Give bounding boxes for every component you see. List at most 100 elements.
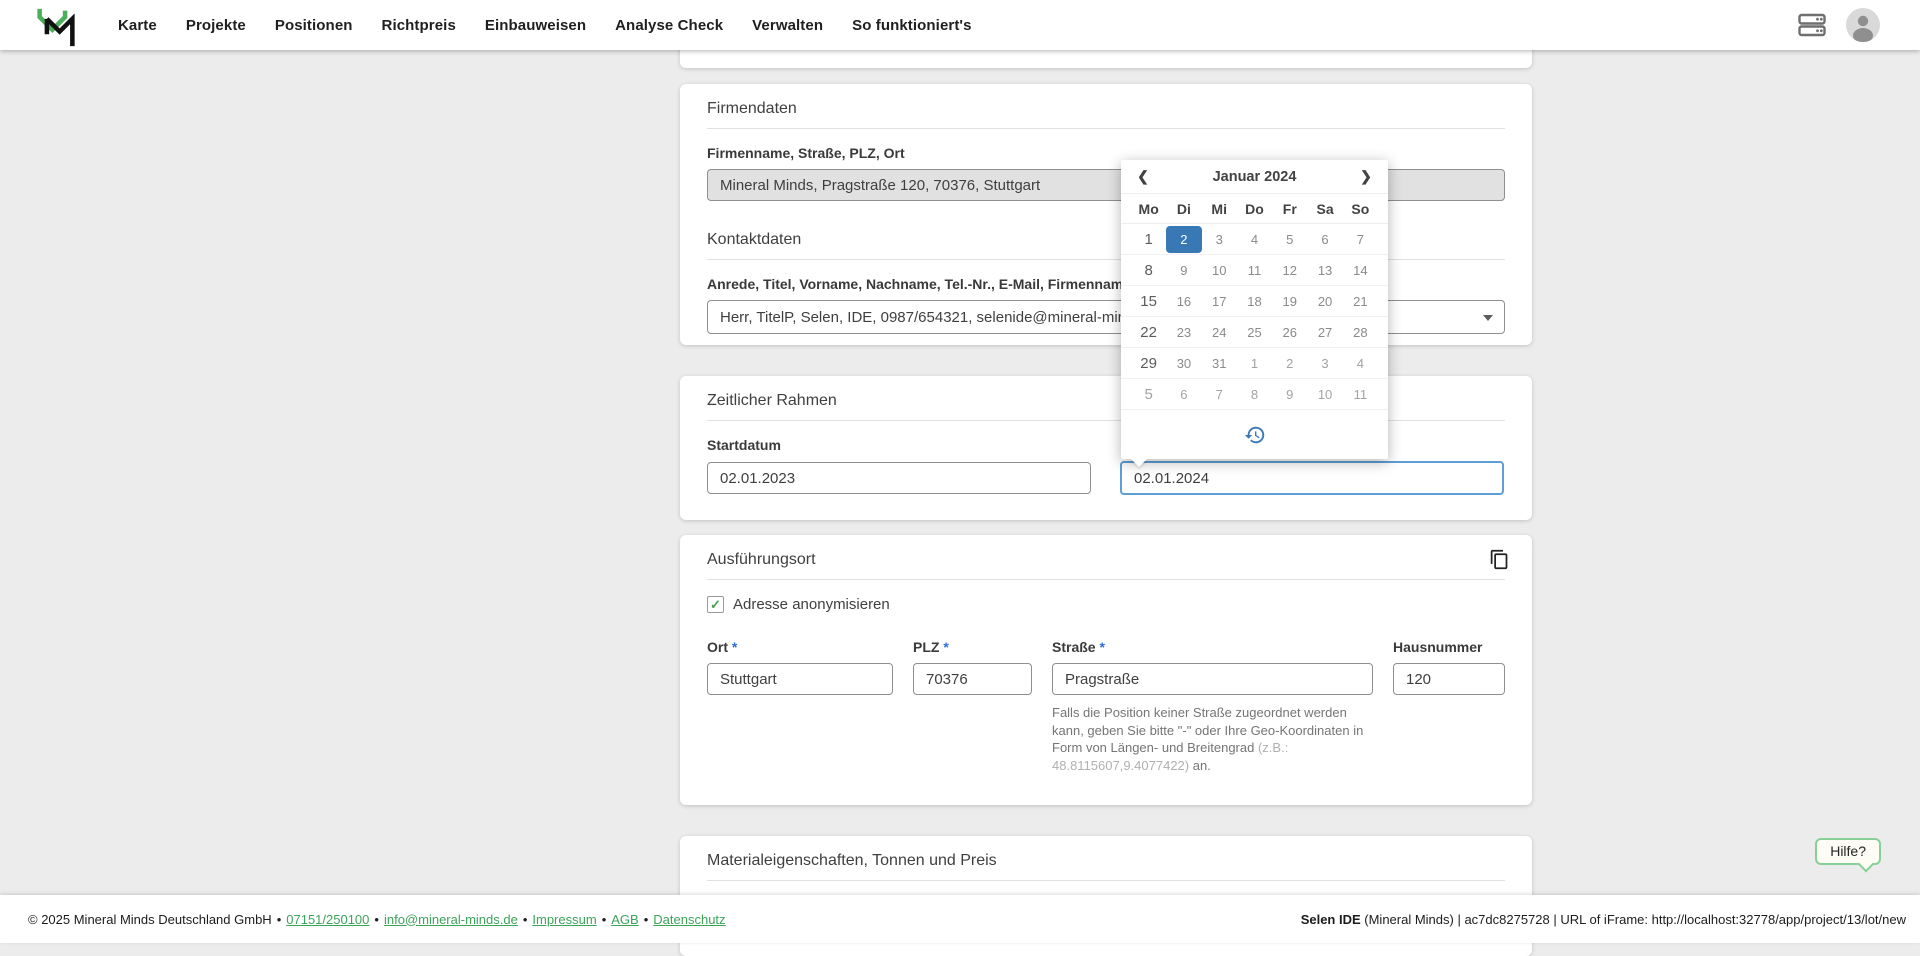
enddatum-input[interactable] xyxy=(1120,461,1504,495)
address-fields-row: Ort * PLZ * Straße * Falls die Position … xyxy=(707,639,1505,774)
calendar-day[interactable]: 24 xyxy=(1202,319,1237,346)
copy-icon[interactable] xyxy=(1489,548,1510,576)
calendar-week-row: 1234567 xyxy=(1121,224,1388,255)
footer-link-info-mineral-minds-de[interactable]: info@mineral-minds.de xyxy=(384,912,518,927)
calendar-day[interactable]: 1 xyxy=(1131,226,1166,253)
calendar-day[interactable]: 8 xyxy=(1237,381,1272,408)
nav-item-karte[interactable]: Karte xyxy=(118,17,157,34)
calendar-day[interactable]: 28 xyxy=(1343,319,1378,346)
zeitraum-title: Zeitlicher Rahmen xyxy=(680,376,1532,420)
strasse-field: Straße * Falls die Position keiner Straß… xyxy=(1052,639,1373,774)
datepicker-header: ❮ Januar 2024 ❯ xyxy=(1121,160,1388,194)
ort-field: Ort * xyxy=(707,639,893,695)
footer-brand: Selen IDE xyxy=(1301,912,1361,927)
calendar-grid: 1234567891011121314151617181920212223242… xyxy=(1121,224,1388,410)
calendar-day[interactable]: 4 xyxy=(1237,226,1272,253)
calendar-day[interactable]: 3 xyxy=(1307,350,1342,377)
footer-separator: • xyxy=(602,912,607,927)
hausnummer-label: Hausnummer xyxy=(1393,639,1505,655)
calendar-day[interactable]: 3 xyxy=(1202,226,1237,253)
calendar-week-row: 22232425262728 xyxy=(1121,317,1388,348)
calendar-day[interactable]: 11 xyxy=(1343,381,1378,408)
plz-label: PLZ * xyxy=(913,639,1032,655)
nav-item-so-funktioniert-s[interactable]: So funktioniert's xyxy=(852,17,971,34)
calendar-day[interactable]: 14 xyxy=(1343,257,1378,284)
material-title: Materialeigenschaften, Tonnen und Preis xyxy=(680,836,1532,880)
calendar-day[interactable]: 7 xyxy=(1343,226,1378,253)
divider xyxy=(707,579,1505,580)
calendar-day[interactable]: 10 xyxy=(1307,381,1342,408)
divider xyxy=(707,880,1505,881)
day-header-di: Di xyxy=(1166,201,1201,217)
calendar-day[interactable]: 12 xyxy=(1272,257,1307,284)
calendar-day[interactable]: 23 xyxy=(1166,319,1201,346)
calendar-day[interactable]: 19 xyxy=(1272,288,1307,315)
company-label: Firmenname, Straße, PLZ, Ort xyxy=(707,145,1505,161)
footer-right: Selen IDE (Mineral Minds) | ac7dc8275728… xyxy=(1301,912,1906,927)
day-header-mi: Mi xyxy=(1202,201,1237,217)
plz-input[interactable] xyxy=(913,663,1032,695)
next-month-button[interactable]: ❯ xyxy=(1356,168,1376,185)
required-mark: * xyxy=(1099,639,1104,655)
calendar-day[interactable]: 26 xyxy=(1272,319,1307,346)
nav-item-analyse-check[interactable]: Analyse Check xyxy=(615,17,723,34)
calendar-day[interactable]: 30 xyxy=(1166,350,1201,377)
anonymize-label: Adresse anonymisieren xyxy=(733,596,890,613)
calendar-day[interactable]: 17 xyxy=(1202,288,1237,315)
calendar-day[interactable]: 20 xyxy=(1307,288,1342,315)
calendar-day[interactable]: 18 xyxy=(1237,288,1272,315)
calendar-day[interactable]: 7 xyxy=(1202,381,1237,408)
calendar-day[interactable]: 4 xyxy=(1343,350,1378,377)
ort-input[interactable] xyxy=(707,663,893,695)
nav-item-projekte[interactable]: Projekte xyxy=(186,17,246,34)
reset-date-icon[interactable] xyxy=(1244,424,1266,446)
calendar-day[interactable]: 8 xyxy=(1131,257,1166,284)
calendar-day[interactable]: 1 xyxy=(1237,350,1272,377)
startdatum-input[interactable] xyxy=(707,462,1091,494)
day-header-so: So xyxy=(1343,201,1378,217)
calendar-day[interactable]: 21 xyxy=(1343,288,1378,315)
footer-separator: • xyxy=(374,912,379,927)
firmendaten-card: Firmendaten Firmenname, Straße, PLZ, Ort… xyxy=(680,84,1532,345)
calendar-day[interactable]: 10 xyxy=(1202,257,1237,284)
prev-month-button[interactable]: ❮ xyxy=(1133,168,1153,185)
calendar-day[interactable]: 2 xyxy=(1272,350,1307,377)
help-button[interactable]: Hilfe? xyxy=(1815,838,1881,865)
hausnummer-input[interactable] xyxy=(1393,663,1505,695)
calendar-day-selected[interactable]: 2 xyxy=(1166,226,1201,253)
calendar-day[interactable]: 31 xyxy=(1202,350,1237,377)
footer-link-datenschutz[interactable]: Datenschutz xyxy=(653,912,725,927)
ausfuehrungsort-card: Ausführungsort ✓ Adresse anonymisieren O… xyxy=(680,535,1532,805)
calendar-day[interactable]: 11 xyxy=(1237,257,1272,284)
footer-link-impressum[interactable]: Impressum xyxy=(532,912,596,927)
calendar-day[interactable]: 5 xyxy=(1272,226,1307,253)
calendar-week-row: 2930311234 xyxy=(1121,348,1388,379)
strasse-input[interactable] xyxy=(1052,663,1373,695)
calendar-week-row: 15161718192021 xyxy=(1121,286,1388,317)
mineral-minds-logo[interactable] xyxy=(36,6,76,48)
calendar-day[interactable]: 6 xyxy=(1166,381,1201,408)
calendar-day[interactable]: 5 xyxy=(1131,381,1166,408)
calendar-day[interactable]: 27 xyxy=(1307,319,1342,346)
calendar-day[interactable]: 6 xyxy=(1307,226,1342,253)
nav-item-einbauweisen[interactable]: Einbauweisen xyxy=(485,17,586,34)
nav-item-positionen[interactable]: Positionen xyxy=(275,17,353,34)
user-avatar[interactable] xyxy=(1846,8,1880,42)
footer-session-info: (Mineral Minds) | ac7dc8275728 | URL of … xyxy=(1361,912,1906,927)
footer-link-07151-250100[interactable]: 07151/250100 xyxy=(286,912,369,927)
anonymize-checkbox[interactable]: ✓ xyxy=(707,596,724,613)
calendar-day[interactable]: 22 xyxy=(1131,319,1166,346)
server-storage-icon[interactable] xyxy=(1798,13,1826,37)
footer-link-agb[interactable]: AGB xyxy=(611,912,638,927)
nav-item-richtpreis[interactable]: Richtpreis xyxy=(382,17,456,34)
calendar-day[interactable]: 13 xyxy=(1307,257,1342,284)
nav-item-verwalten[interactable]: Verwalten xyxy=(752,17,823,34)
calendar-day[interactable]: 9 xyxy=(1166,257,1201,284)
calendar-day[interactable]: 25 xyxy=(1237,319,1272,346)
calendar-day[interactable]: 15 xyxy=(1131,288,1166,315)
contact-select-value: Herr, TitelP, Selen, IDE, 0987/654321, s… xyxy=(720,309,1154,326)
calendar-day[interactable]: 9 xyxy=(1272,381,1307,408)
calendar-day[interactable]: 29 xyxy=(1131,350,1166,377)
calendar-day[interactable]: 16 xyxy=(1166,288,1201,315)
required-mark: * xyxy=(732,639,737,655)
